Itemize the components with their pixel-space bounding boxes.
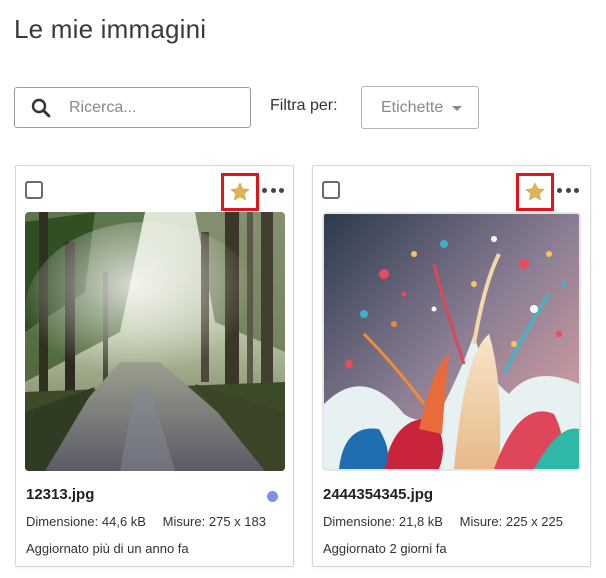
size-label: Dimensione: (26, 514, 99, 529)
more-dot (279, 187, 284, 193)
search-box[interactable] (14, 87, 251, 128)
dimensions-label: Misure: (459, 514, 503, 529)
more-dot (574, 187, 579, 193)
more-dot (262, 187, 267, 193)
search-input[interactable] (69, 98, 219, 117)
image-thumbnail[interactable] (322, 212, 581, 471)
favorite-button[interactable] (516, 173, 554, 211)
size-value: 21,8 kB (398, 514, 443, 529)
star-icon (525, 182, 545, 201)
image-thumbnail[interactable] (25, 212, 285, 471)
dimensions-value: 275 x 183 (208, 514, 266, 529)
forest-road-photo (25, 212, 285, 471)
size-value: 44,6 kB (101, 514, 146, 529)
dimensions-value: 225 x 225 (505, 514, 563, 529)
search-icon (31, 98, 51, 118)
select-checkbox[interactable] (25, 181, 43, 199)
more-dot (270, 187, 276, 193)
caret-down-icon (452, 106, 463, 111)
paint-splash-photo (324, 214, 579, 469)
more-options-button[interactable] (262, 181, 284, 199)
star-icon (230, 182, 250, 201)
image-card[interactable]: 2444354345.jpg Dimensione: 21,8 kB Misur… (312, 165, 591, 567)
updated-text: Aggiornato 2 giorni fa (323, 541, 447, 556)
status-dot (267, 491, 278, 502)
size-label: Dimensione: (323, 514, 396, 529)
dimensions-label: Misure: (162, 514, 206, 529)
tags-dropdown[interactable]: Etichette (361, 86, 479, 129)
file-meta: Dimensione: 44,6 kB Misure: 275 x 183 (26, 514, 266, 529)
more-dot (557, 187, 562, 193)
file-name[interactable]: 2444354345.jpg (323, 486, 433, 503)
image-card[interactable]: 12313.jpg Dimensione: 44,6 kB Misure: 27… (15, 165, 294, 567)
select-checkbox[interactable] (322, 181, 340, 199)
updated-text: Aggiornato più di un anno fa (26, 541, 189, 556)
tags-dropdown-label: Etichette (381, 98, 444, 116)
filter-label: Filtra per: (270, 97, 338, 114)
file-name[interactable]: 12313.jpg (26, 486, 94, 503)
more-dot (565, 187, 571, 193)
page-title: Le mie immagini (14, 14, 207, 44)
file-meta: Dimensione: 21,8 kB Misure: 225 x 225 (323, 514, 563, 529)
favorite-button[interactable] (221, 173, 259, 211)
more-options-button[interactable] (557, 181, 579, 199)
